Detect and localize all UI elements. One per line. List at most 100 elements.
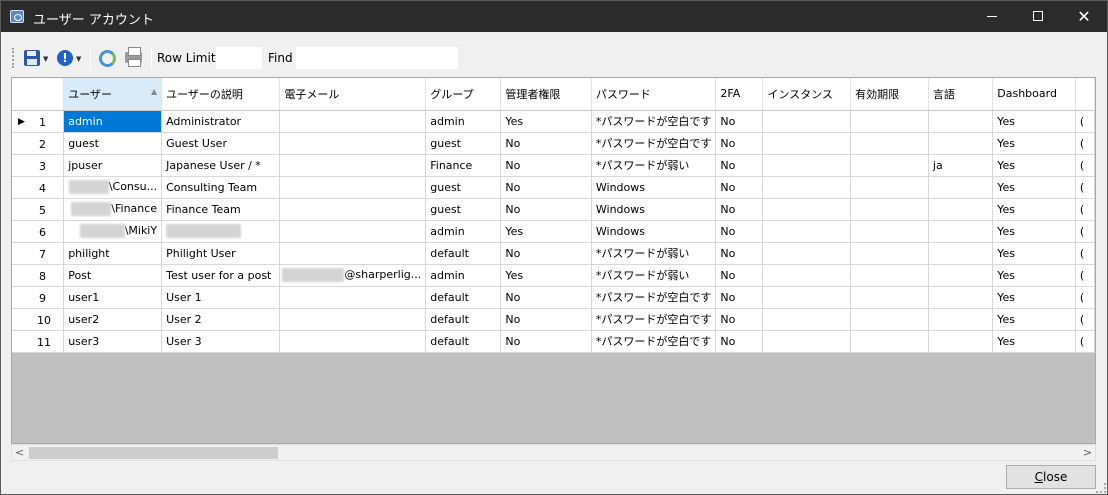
table-row[interactable]: 11 user3 User 3 default No *パスワードが空白です N… [12,330,1095,353]
cell-password[interactable]: *パスワードが空白です [591,110,717,133]
close-button[interactable]: Close [1006,465,1096,489]
cell-email[interactable]: @sharperlig... [279,264,427,287]
cell-language[interactable] [928,242,994,265]
cell-instance[interactable] [762,330,852,353]
row-header[interactable]: 11 [12,330,65,353]
table-row[interactable]: 8 Post Test user for a post @sharperlig.… [12,264,1095,287]
cell-expiry[interactable] [850,110,929,133]
cell-user[interactable]: admin [63,110,163,133]
cell-dashboard[interactable]: Yes [992,330,1076,353]
cell-group[interactable]: guest [425,198,502,221]
cell-email[interactable] [279,176,427,199]
info-dropdown-button[interactable]: ! ▼ [55,47,85,69]
horizontal-scrollbar[interactable]: < > [11,444,1096,461]
cell-overflow[interactable]: ( [1075,176,1095,199]
cell-user[interactable]: \Finance [63,198,163,221]
cell-expiry[interactable] [850,154,929,177]
cell-overflow[interactable]: ( [1075,110,1095,133]
resize-grip[interactable] [1096,483,1106,493]
cell-user[interactable]: \Consu... [63,176,163,199]
cell-overflow[interactable]: ( [1075,330,1095,353]
scroll-right-icon[interactable]: > [1083,446,1092,459]
cell-user[interactable]: philight [63,242,163,265]
cell-instance[interactable] [762,198,852,221]
cell-admin[interactable]: Yes [500,220,592,243]
table-row[interactable]: 10 user2 User 2 default No *パスワードが空白です N… [12,308,1095,331]
table-row[interactable]: 7 philight Philight User default No *パスワ… [12,242,1095,265]
cell-dashboard[interactable]: Yes [992,220,1076,243]
cell-language[interactable] [928,308,994,331]
cell-description[interactable]: User 1 [161,286,281,309]
cell-instance[interactable] [762,110,852,133]
cell-admin[interactable]: Yes [500,264,592,287]
cell-dashboard[interactable]: Yes [992,308,1076,331]
row-header[interactable]: 8 [12,264,65,287]
cell-language[interactable]: ja [928,154,994,177]
find-input[interactable] [296,47,458,69]
scroll-left-icon[interactable]: < [15,446,24,459]
cell-instance[interactable] [762,286,852,309]
cell-description[interactable]: Philight User [161,242,281,265]
cell-expiry[interactable] [850,176,929,199]
cell-2fa[interactable]: No [715,308,764,331]
cell-instance[interactable] [762,154,852,177]
cell-description[interactable]: Administrator [161,110,281,133]
cell-password[interactable]: *パスワードが弱い [591,154,717,177]
cell-admin[interactable]: No [500,330,592,353]
cell-admin[interactable]: No [500,154,592,177]
cell-admin[interactable]: No [500,198,592,221]
cell-instance[interactable] [762,308,852,331]
cell-group[interactable]: admin [425,264,502,287]
window-close-button[interactable]: ✕ [1061,1,1107,32]
cell-2fa[interactable]: No [715,286,764,309]
cell-password[interactable]: *パスワードが空白です [591,132,717,155]
column-header-rowhead[interactable] [12,78,65,111]
cell-description[interactable]: User 3 [161,330,281,353]
cell-overflow[interactable]: ( [1075,220,1095,243]
cell-group[interactable]: guest [425,176,502,199]
table-row[interactable]: 2 guest Guest User guest No *パスワードが空白です … [12,132,1095,155]
cell-admin[interactable]: Yes [500,110,592,133]
cell-2fa[interactable]: No [715,110,764,133]
cell-language[interactable] [928,110,994,133]
column-header-language[interactable]: 言語 [928,78,994,111]
cell-expiry[interactable] [850,308,929,331]
cell-email[interactable] [279,286,427,309]
table-row[interactable]: 6 \MikiY admin Yes Windows No Yes ( [12,220,1095,243]
save-dropdown-button[interactable]: ▼ [22,47,52,69]
scrollbar-thumb[interactable] [29,447,278,459]
row-header[interactable]: ▶ 1 [12,110,65,133]
cell-2fa[interactable]: No [715,242,764,265]
maximize-button[interactable] [1015,1,1061,32]
cell-expiry[interactable] [850,242,929,265]
cell-description[interactable] [161,220,281,243]
cell-password[interactable]: *パスワードが弱い [591,242,717,265]
cell-dashboard[interactable]: Yes [992,176,1076,199]
cell-description[interactable]: User 2 [161,308,281,331]
cell-email[interactable] [279,110,427,133]
column-header-2fa[interactable]: 2FA [715,78,764,111]
table-row[interactable]: 9 user1 User 1 default No *パスワードが空白です No… [12,286,1095,309]
table-row[interactable]: ▶ 1 admin Administrator admin Yes *パスワードが… [12,110,1095,133]
column-header-overflow[interactable] [1075,78,1095,111]
cell-group[interactable]: guest [425,132,502,155]
cell-email[interactable] [279,132,427,155]
cell-email[interactable] [279,330,427,353]
column-header-password[interactable]: パスワード [591,78,717,111]
cell-group[interactable]: default [425,242,502,265]
cell-language[interactable] [928,330,994,353]
cell-2fa[interactable]: No [715,198,764,221]
minimize-button[interactable] [969,1,1015,32]
cell-expiry[interactable] [850,132,929,155]
cell-email[interactable] [279,242,427,265]
cell-admin[interactable]: No [500,176,592,199]
cell-dashboard[interactable]: Yes [992,242,1076,265]
table-row[interactable]: 4 \Consu... Consulting Team guest No Win… [12,176,1095,199]
cell-email[interactable] [279,308,427,331]
cell-language[interactable] [928,198,994,221]
cell-admin[interactable]: No [500,308,592,331]
cell-overflow[interactable]: ( [1075,308,1095,331]
cell-2fa[interactable]: No [715,220,764,243]
cell-email[interactable] [279,198,427,221]
row-header[interactable]: 4 [12,176,65,199]
